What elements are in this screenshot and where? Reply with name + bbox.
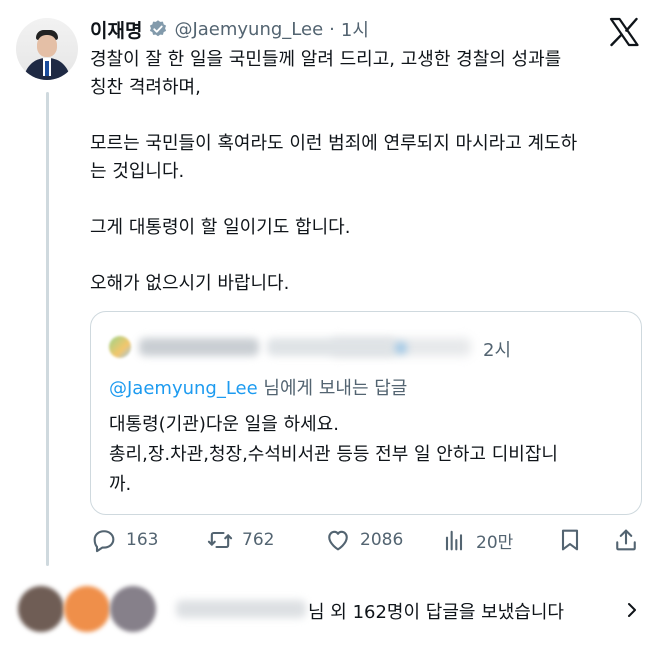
reply-button[interactable]: 163 (90, 522, 158, 558)
like-button[interactable]: 2086 (324, 522, 403, 558)
tweet-header: 이재명 @Jaemyung_Lee · 1시 (90, 14, 369, 44)
views-chart-icon (445, 530, 463, 551)
replies-summary-text: 님 외 162명이 답글을 보냈습니다 (308, 602, 564, 623)
reply-suffix: 님에게 보내는 답글 (257, 378, 408, 399)
redacted-author-name (139, 338, 259, 356)
bookmark-button[interactable] (556, 522, 584, 558)
bookmark-icon (561, 529, 579, 551)
tweet-time[interactable]: 1시 (341, 16, 369, 42)
quoted-line: 총리,장.차관,청장,수석비서관 등등 전부 일 안하고 디비잡니 (109, 444, 558, 465)
body-line: 오해가 없으시기 바랍니다. (90, 273, 290, 294)
replies-summary-row[interactable]: 님 외 162명이 답글을 보냈습니다 (0, 580, 658, 640)
body-line: 경찰이 잘 한 일을 국민들께 알려 드리고, 고생한 경찰의 성과를 (90, 49, 562, 70)
verified-badge-icon (150, 20, 167, 37)
share-button[interactable] (612, 522, 640, 558)
reply-mention-link[interactable]: @Jaemyung_Lee (109, 378, 258, 399)
redacted-verified (267, 338, 407, 356)
author-avatar[interactable] (16, 18, 78, 80)
reply-count: 163 (126, 530, 159, 550)
quoted-tweet-time: 2시 (483, 340, 512, 361)
replying-to: @Jaemyung_Lee 님에게 보내는 답글 (109, 374, 407, 400)
header-separator: · (329, 18, 335, 40)
body-line: 칭찬 격려하며, (90, 77, 201, 98)
replier-avatar (18, 586, 64, 632)
quoted-tweet-text: 대통령(기관)다운 일을 하세요. 총리,장.차관,청장,수석비서관 등등 전부… (109, 410, 629, 500)
action-bar: 163 762 2086 20만 (90, 522, 642, 558)
tweet-body: 경찰이 잘 한 일을 국민들께 알려 드리고, 고생한 경찰의 성과를 칭찬 격… (90, 46, 635, 298)
body-line: 는 것입니다. (90, 161, 185, 182)
repost-count: 762 (242, 530, 275, 550)
author-handle[interactable]: @Jaemyung_Lee (174, 19, 323, 40)
reply-icon (93, 530, 115, 553)
quoted-tweet-card[interactable]: 2시 @Jaemyung_Lee 님에게 보내는 답글 대통령(기관)다운 일을… (90, 311, 642, 515)
quoted-author-avatar (109, 336, 131, 358)
replier-avatar (64, 586, 110, 632)
like-count: 2086 (360, 530, 404, 550)
body-line: 모르는 국민들이 혹여라도 이런 범죄에 연루되지 마시라고 계도하 (90, 133, 578, 154)
heart-icon (328, 530, 348, 551)
chevron-right-icon[interactable] (622, 600, 642, 620)
author-name[interactable]: 이재명 (90, 16, 142, 43)
x-logo-icon (609, 17, 639, 47)
repost-button[interactable]: 762 (206, 522, 274, 558)
share-icon (616, 529, 636, 551)
repost-icon (207, 531, 233, 549)
quoted-line: 대통령(기관)다운 일을 하세요. (109, 414, 339, 435)
views-button[interactable]: 20만 (440, 522, 513, 558)
view-count: 20만 (476, 532, 514, 553)
quoted-line: 까. (109, 474, 132, 495)
body-line: 그게 대통령이 할 일이기도 합니다. (90, 217, 351, 238)
thread-line (46, 92, 49, 566)
replier-avatar (110, 586, 156, 632)
redacted-replier-name (176, 600, 306, 618)
